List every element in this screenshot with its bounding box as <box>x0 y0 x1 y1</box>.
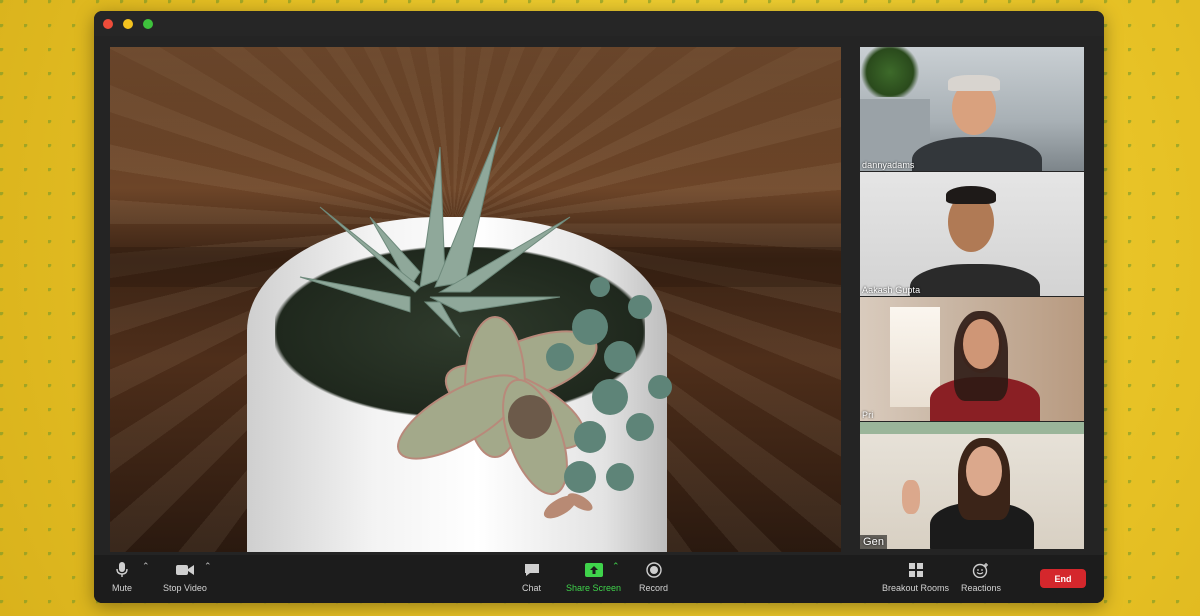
participant-tile-pri[interactable]: Pri <box>860 297 1084 421</box>
minimize-window-button[interactable] <box>123 19 133 29</box>
meeting-toolbar: Mute ⌃ Stop Video ⌃ Chat Share Screen ⌃ <box>94 555 1104 603</box>
microphone-icon <box>116 561 128 579</box>
record-button[interactable]: Record <box>639 561 668 593</box>
share-options-caret[interactable]: ⌃ <box>612 561 620 572</box>
chat-button[interactable]: Chat <box>522 561 541 593</box>
participant-body <box>910 264 1040 296</box>
record-icon <box>645 561 662 579</box>
succulent-plant <box>299 126 672 519</box>
participant-name: Pri <box>862 410 874 420</box>
participant-name: Aakash Gupta <box>862 285 921 295</box>
end-meeting-button[interactable]: End <box>1040 569 1086 588</box>
participant-tile-gen[interactable]: Gen <box>860 422 1084 549</box>
close-window-button[interactable] <box>103 19 113 29</box>
chat-bubble-icon <box>524 561 540 579</box>
maximize-window-button[interactable] <box>143 19 153 29</box>
mute-options-caret[interactable]: ⌃ <box>142 561 150 572</box>
cap <box>948 75 1000 91</box>
grid-icon <box>908 561 924 579</box>
emoji-icon <box>972 561 990 579</box>
plant-background <box>860 47 920 97</box>
video-options-caret[interactable]: ⌃ <box>204 561 212 572</box>
meeting-window: dannyadams Aakash Gupta Pri Gen Mute ⌃ S… <box>94 11 1104 603</box>
participant-body <box>912 137 1042 171</box>
share-screen-icon <box>584 561 603 579</box>
participant-name: dannyadams <box>862 160 915 170</box>
mute-button[interactable]: Mute <box>112 561 132 593</box>
main-video-feed <box>110 47 841 552</box>
reactions-button[interactable]: Reactions <box>961 561 1001 593</box>
participant-tile-dannyadams[interactable]: dannyadams <box>860 47 1084 171</box>
title-bar <box>94 11 1104 36</box>
thumbs-up-hand <box>902 480 920 514</box>
stop-video-button[interactable]: Stop Video <box>163 561 207 593</box>
video-camera-icon <box>175 561 194 579</box>
participant-tile-aakash-gupta[interactable]: Aakash Gupta <box>860 172 1084 296</box>
participant-name: Gen <box>860 535 888 549</box>
breakout-rooms-button[interactable]: Breakout Rooms <box>882 561 949 593</box>
participant-head <box>966 446 1002 496</box>
